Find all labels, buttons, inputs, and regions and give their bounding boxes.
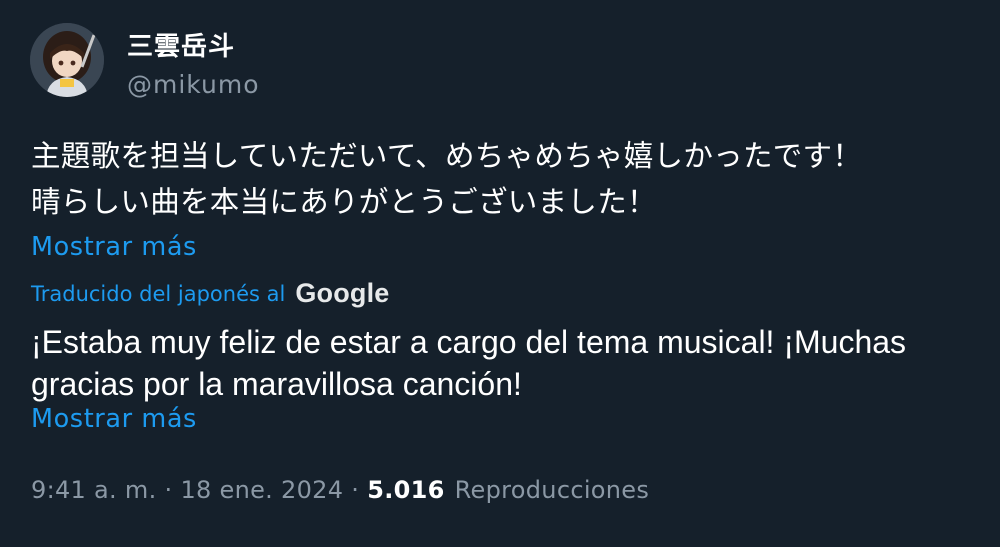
show-more-link[interactable]: Mostrar más bbox=[31, 232, 197, 262]
tweet-date[interactable]: 18 ene. 2024 bbox=[180, 476, 343, 504]
separator-dot: · bbox=[164, 476, 173, 504]
tweet-metadata: 9:41 a. m. · 18 ene. 2024 · 5.016 Reprod… bbox=[31, 476, 649, 504]
google-logo: Google bbox=[295, 278, 390, 308]
user-display-name[interactable]: 三雲岳斗 bbox=[127, 26, 235, 63]
translation-attribution: Traducido del japonés al Google bbox=[31, 278, 390, 309]
user-handle[interactable]: @mikumo bbox=[127, 70, 260, 99]
tweet-time[interactable]: 9:41 a. m. bbox=[31, 476, 157, 504]
views-count: 5.016 bbox=[367, 476, 445, 504]
tweet-original-text: 主題歌を担当していただいて、めちゃめちゃ嬉しかったです！ 晴らしい曲を本当にあり… bbox=[31, 139, 863, 219]
views-label: Reproducciones bbox=[454, 476, 650, 504]
tweet-translated-text: ¡Estaba muy feliz de estar a cargo del t… bbox=[31, 324, 907, 402]
avatar-image bbox=[30, 23, 104, 97]
user-avatar[interactable] bbox=[30, 23, 104, 97]
tweet-card: 三雲岳斗 @mikumo 主題歌を担当していただいて、めちゃめちゃ嬉しかったです… bbox=[0, 0, 1000, 547]
show-more-translation-link[interactable]: Mostrar más bbox=[31, 404, 197, 434]
translated-by-label: Traducido del japonés al bbox=[31, 281, 286, 306]
separator-dot: · bbox=[351, 476, 360, 504]
